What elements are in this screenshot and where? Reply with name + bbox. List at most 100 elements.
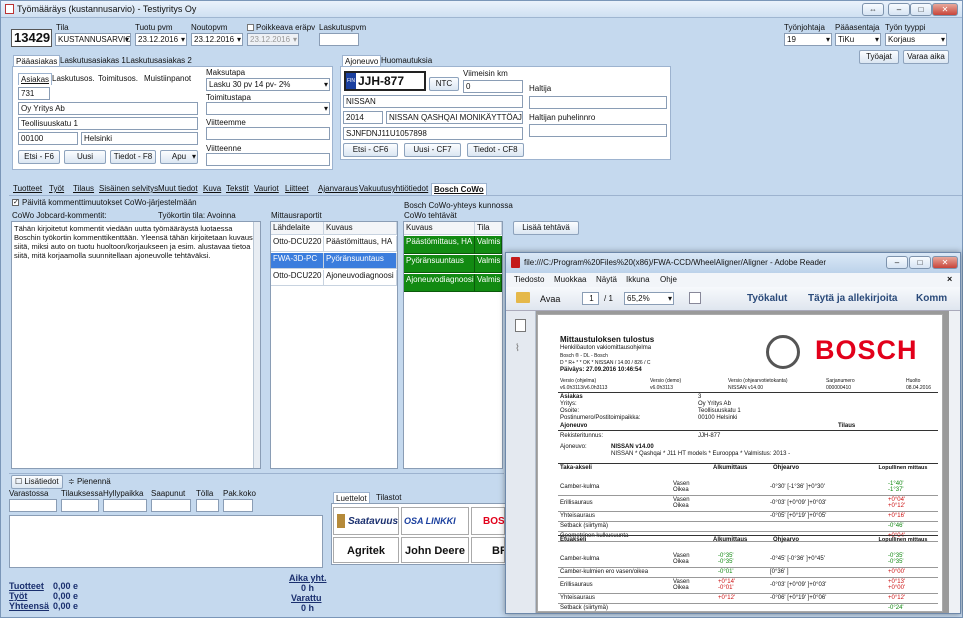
customer-city[interactable]: Helsinki [81, 132, 198, 145]
etsi-f6-button[interactable]: Etsi - F6 [18, 150, 60, 164]
report-source-1[interactable]: Otto-DCU220 [271, 236, 324, 252]
adobe-menu-3[interactable]: Näytä [596, 275, 617, 284]
agritek-logo[interactable]: Agritek [333, 537, 399, 563]
stock-notes[interactable] [9, 515, 323, 568]
viitteenne-input[interactable] [206, 153, 330, 166]
cowo-update-checkbox[interactable]: ✓ [12, 199, 19, 206]
laskutus-date[interactable] [319, 33, 359, 46]
main-tab-11[interactable]: Vakuutusyhtiötiedot [357, 183, 430, 194]
task-desc-1[interactable]: Päästömittaus, HA [404, 236, 475, 254]
main-tab-12[interactable]: Bosch CoWo [431, 183, 487, 195]
pienenna-toggle[interactable]: ≑ Pienennä [68, 477, 111, 486]
customer-number[interactable]: 731 [18, 87, 50, 100]
subtab-asiakas[interactable]: Asiakas [18, 73, 53, 85]
report-desc-2[interactable]: Pyöränsuuntaus [324, 253, 397, 269]
adobe-close-button[interactable]: ✕ [932, 256, 958, 269]
haltija-input[interactable] [529, 96, 667, 109]
tab-laskutusasiakas-2[interactable]: Laskutusasiakas 2 [124, 55, 194, 66]
folder-icon[interactable] [516, 292, 530, 303]
customer-street[interactable]: Teollisuuskatu 1 [18, 117, 198, 130]
report-source-2[interactable]: FWA-3D-PC [271, 253, 324, 269]
task-desc-3[interactable]: Ajoneuvodiagnoosi [404, 274, 475, 292]
john-deere-logo[interactable]: John Deere [401, 537, 469, 563]
osalinkki-logo[interactable]: OSA LINKKI [401, 507, 469, 535]
tiedot-f8-button[interactable]: Tiedot - F8 [110, 150, 156, 164]
report-desc-1[interactable]: Päästömittaus, HA [324, 236, 397, 252]
main-tab-4[interactable]: Sisäinen selvitys [97, 183, 160, 194]
etsi-cf6-button[interactable]: Etsi - CF6 [343, 143, 398, 157]
subtab-toimitusos[interactable]: Toimitusos. [96, 73, 140, 84]
main-tab-2[interactable]: Työt [47, 183, 66, 194]
uusi-cf7-button[interactable]: Uusi - CF7 [404, 143, 461, 157]
tiedot-cf8-button[interactable]: Tiedot - CF8 [467, 143, 524, 157]
vehicle-year[interactable]: 2014 [343, 111, 383, 124]
vehicle-model[interactable]: NISSAN QASHQAI MONIKÄYTTÖAJONEUV [386, 111, 523, 124]
comment-textarea[interactable]: Tähän kirjoitetut kommentit viedään uutt… [11, 221, 261, 469]
maksutapa-select[interactable]: Lasku 30 pv 14 pv- 2% [206, 78, 330, 91]
haltija-phone-input[interactable] [529, 124, 667, 137]
km-input[interactable]: 0 [463, 80, 523, 93]
toimitustapa-select[interactable] [206, 102, 330, 115]
subtab-muistiinpanot[interactable]: Muistiinpanot [142, 73, 193, 84]
tuotu-date[interactable]: 23.12.2016 [135, 33, 187, 46]
minimize-button[interactable]: – [888, 3, 910, 16]
varaa-aika-button[interactable]: Varaa aika [903, 50, 949, 64]
customer-zip[interactable]: 00100 [18, 132, 78, 145]
main-tab-3[interactable]: Tilaus [71, 183, 96, 194]
tila-select[interactable]: KUSTANNUSARVIO [55, 33, 131, 46]
subtab-laskutusos[interactable]: Laskutusos. [50, 73, 97, 84]
vehicle-make[interactable]: NISSAN [343, 95, 523, 108]
paaasentaja-select[interactable]: TiKu [835, 33, 881, 46]
zoom-select[interactable]: 65,2% [624, 292, 674, 305]
br-logo[interactable]: BR [471, 537, 505, 563]
stock-col-input-5[interactable] [196, 499, 219, 512]
adobe-menu-4[interactable]: Ikkuna [626, 275, 650, 284]
comment-link[interactable]: Komm [916, 293, 947, 304]
tyontyyppi-select[interactable]: Korjaus [885, 33, 947, 46]
main-tab-5[interactable]: Muut tiedot [156, 183, 200, 194]
task-status-1[interactable]: Valmis [475, 236, 502, 254]
comment-scrollbar[interactable] [253, 222, 260, 468]
stock-col-input-2[interactable] [61, 499, 99, 512]
restore-arrows-icon[interactable]: ⇔ [862, 3, 884, 16]
adobe-maximize-button[interactable]: □ [909, 256, 931, 269]
main-tab-10[interactable]: Ajanvaraus [316, 183, 360, 194]
apu-button[interactable]: Apu [160, 150, 198, 164]
task-status-3[interactable]: Valmis [475, 274, 502, 292]
tyoajat-button[interactable]: Työajat [859, 50, 899, 64]
tools-icon[interactable] [689, 292, 701, 304]
adobe-scrollbar[interactable] [949, 311, 960, 613]
page-number-input[interactable]: 1 [582, 292, 599, 305]
fill-sign-link[interactable]: Täytä ja allekirjoita [808, 293, 898, 304]
customer-name[interactable]: Oy Yritys Ab [18, 102, 198, 115]
vehicle-vin[interactable]: SJNFDNJ11U1057898 [343, 127, 523, 140]
task-status-2[interactable]: Valmis [475, 255, 502, 273]
adobe-minimize-button[interactable]: – [886, 256, 908, 269]
poikkeava-date[interactable]: 23.12.2016 [247, 33, 299, 46]
tyokalut-link[interactable]: Työkalut [747, 293, 787, 304]
pages-thumbnail-icon[interactable] [515, 319, 526, 332]
adobe-menu-1[interactable]: Tiedosto [514, 275, 544, 284]
adobe-doc-close-icon[interactable]: × [947, 274, 952, 284]
attachment-icon[interactable]: ⌇ [515, 343, 520, 354]
main-tab-7[interactable]: Tekstit [224, 183, 251, 194]
maximize-button[interactable]: □ [910, 3, 932, 16]
license-plate[interactable]: FIN JJH-877 [344, 71, 426, 91]
adobe-menu-2[interactable]: Muokkaa [554, 275, 586, 284]
main-tab-6[interactable]: Kuva [201, 183, 223, 194]
report-desc-3[interactable]: Ajoneuvodiagnoosi [324, 270, 397, 286]
stock-col-input-1[interactable] [9, 499, 57, 512]
bosch-catalog-logo[interactable]: BOSCH [471, 507, 505, 535]
close-button[interactable]: ✕ [932, 3, 958, 16]
nouto-date[interactable]: 23.12.2016 [191, 33, 243, 46]
adobe-menu-5[interactable]: Ohje [660, 275, 677, 284]
main-tab-8[interactable]: Vauriot [252, 183, 281, 194]
main-tab-1[interactable]: Tuotteet [11, 183, 44, 194]
uusi-button[interactable]: Uusi [64, 150, 106, 164]
tab-tilastot[interactable]: Tilastot [374, 492, 404, 503]
stock-col-input-6[interactable] [223, 499, 253, 512]
ntc-button[interactable]: NTC [429, 77, 459, 91]
task-desc-2[interactable]: Pyöränsuuntaus [404, 255, 475, 273]
saatavuus-logo[interactable]: Saatavuus [333, 507, 399, 535]
report-source-3[interactable]: Otto-DCU220 [271, 270, 324, 286]
